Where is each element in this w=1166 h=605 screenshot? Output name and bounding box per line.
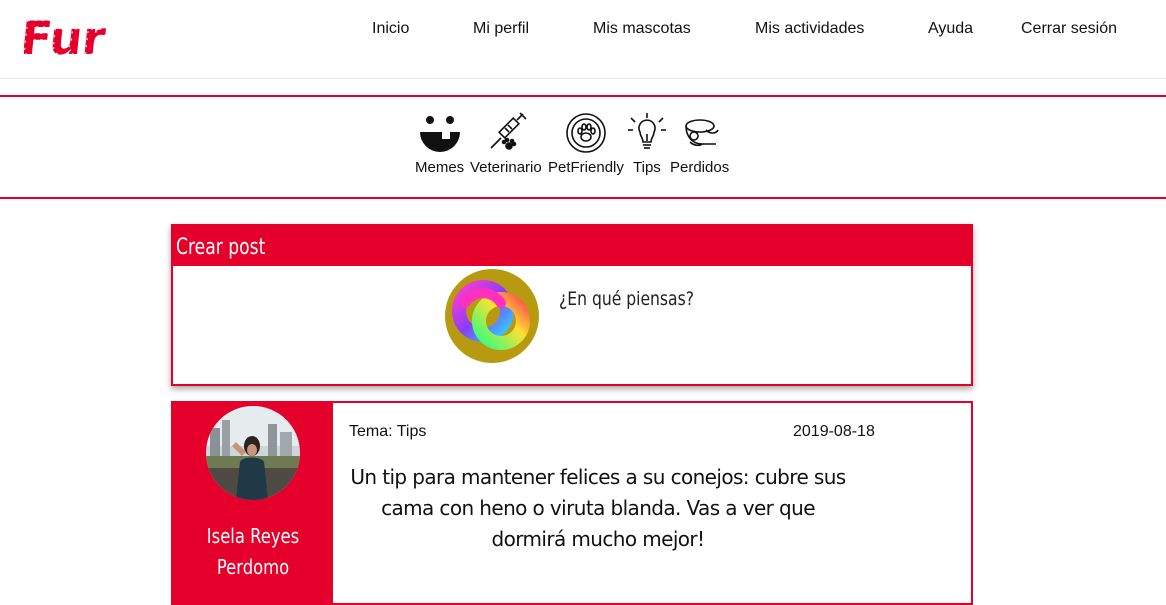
author-avatar[interactable]	[206, 406, 300, 500]
nav-cerrar-sesion[interactable]: Cerrar sesión	[1021, 20, 1117, 38]
category-label-tips[interactable]: Tips	[633, 159, 661, 176]
create-post-card: Crear post ¿En qué piensas?	[171, 224, 973, 386]
category-label-petfriendly[interactable]: PetFriendly	[548, 159, 624, 176]
author-name[interactable]: Isela Reyes Perdomo	[187, 521, 318, 583]
nav-ayuda[interactable]: Ayuda	[928, 20, 973, 38]
post-input-prompt[interactable]: ¿En qué piensas?	[559, 288, 694, 310]
post-card: Isela Reyes Perdomo Tema: Tips 2019-08-1…	[171, 401, 973, 605]
nav-mis-actividades[interactable]: Mis actividades	[755, 20, 864, 38]
category-tips[interactable]	[626, 112, 668, 154]
divider-top	[0, 95, 1166, 97]
syringe-icon	[490, 112, 527, 150]
category-label-memes[interactable]: Memes	[415, 159, 464, 176]
nav-mi-perfil[interactable]: Mi perfil	[473, 20, 529, 38]
create-post-header: Crear post	[173, 226, 971, 266]
category-memes[interactable]	[418, 112, 462, 154]
category-perdidos[interactable]	[680, 112, 722, 154]
lightbulb-icon	[628, 113, 666, 149]
post-author-panel: Isela Reyes Perdomo	[173, 403, 333, 603]
avatar[interactable]	[445, 269, 539, 363]
post-topic: Tema: Tips	[349, 423, 427, 440]
top-navbar: Fur Fur Inicio Mi perfil Mis mascotas Mi…	[0, 0, 1166, 79]
nav-mis-mascotas[interactable]: Mis mascotas	[593, 20, 691, 38]
create-post-title: Crear post	[176, 235, 266, 260]
category-veterinario[interactable]	[485, 112, 527, 154]
divider-bottom	[0, 197, 1166, 199]
category-label-perdidos[interactable]: Perdidos	[670, 159, 729, 176]
paw-circle-icon	[566, 113, 606, 153]
post-body: Un tip para mantener felices a su conejo…	[350, 465, 846, 551]
svg-text:Fur: Fur	[24, 11, 109, 62]
fur-logo[interactable]: Fur Fur	[24, 6, 116, 62]
smiley-icon	[420, 116, 460, 152]
nav-inicio[interactable]: Inicio	[372, 20, 409, 38]
lost-pet-icon	[685, 119, 719, 147]
category-petfriendly[interactable]	[565, 112, 607, 154]
post-date: 2019-08-18	[793, 423, 875, 440]
category-label-veterinario[interactable]: Veterinario	[470, 159, 542, 176]
